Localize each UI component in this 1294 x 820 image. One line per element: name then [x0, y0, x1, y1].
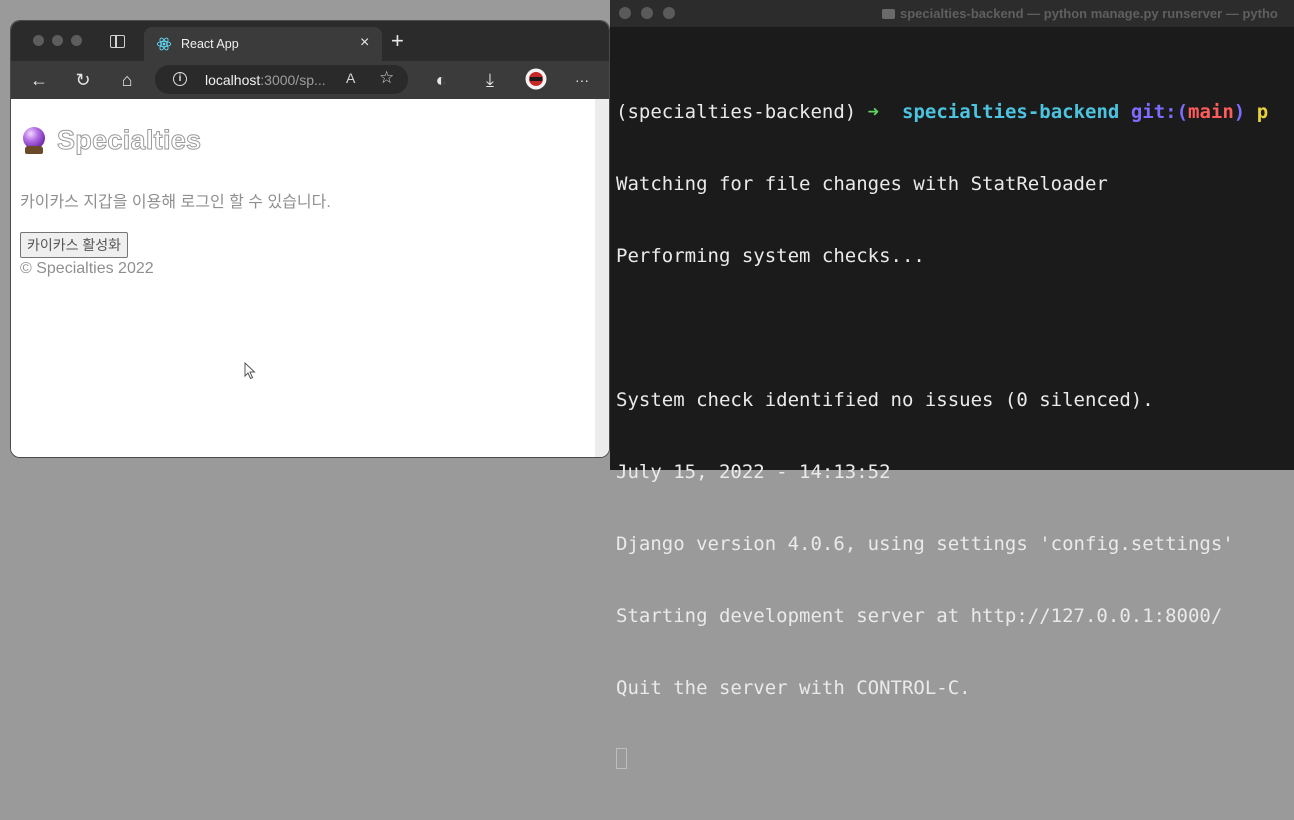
terminal-line: Starting development server at http://12… [616, 605, 1223, 627]
terminal-line: System check identified no issues (0 sil… [616, 389, 1154, 411]
terminal-title: specialties-backend — python manage.py r… [882, 6, 1278, 21]
browser-tab-bar: React App × + [11, 21, 609, 61]
add-favorite-icon[interactable]: ☆ [379, 68, 394, 88]
more-menu-icon[interactable]: ··· [569, 67, 595, 93]
terminal-cursor-line [616, 748, 1268, 772]
terminal-line: Watching for file changes with StatReloa… [616, 173, 1108, 195]
react-logo-icon [156, 37, 172, 51]
browser-window: React App × + ← ↻ ⌂ i localhost:3000/sp.… [11, 21, 609, 457]
terminal-prompt-line: (specialties-backend) ➜ specialties-back… [616, 100, 1268, 124]
terminal-minimize-button[interactable] [641, 7, 653, 19]
url-path: :3000/sp... [260, 72, 326, 88]
url-host: localhost [205, 72, 261, 88]
window-minimize-button[interactable] [52, 35, 63, 46]
terminal-window: specialties-backend — python manage.py r… [610, 0, 1294, 769]
site-info-icon[interactable]: i [173, 72, 187, 86]
window-close-button[interactable] [33, 35, 44, 46]
address-url[interactable]: localhost:3000/sp... [205, 72, 326, 88]
crystal-ball-icon [21, 126, 47, 155]
window-zoom-button[interactable] [71, 35, 82, 46]
page-heading: Specialties [21, 125, 202, 156]
new-tab-button[interactable]: + [391, 28, 404, 54]
terminal-line: Django version 4.0.6, using settings 'co… [616, 533, 1234, 555]
page-footer: © Specialties 2022 [20, 260, 154, 277]
terminal-output[interactable]: (specialties-backend) ➜ specialties-back… [616, 52, 1268, 820]
login-description: 카이카스 지갑을 이용해 로그인 할 수 있습니다. [20, 194, 331, 211]
tab-react-app[interactable]: React App × [144, 27, 382, 61]
terminal-zoom-button[interactable] [663, 7, 675, 19]
prompt-git-label: git: [1130, 101, 1177, 123]
prompt-arrow-icon: ➜ [867, 101, 880, 123]
terminal-line: Quit the server with CONTROL-C. [616, 677, 971, 699]
prompt-venv: (specialties-backend) [616, 101, 857, 123]
read-aloud-icon[interactable]: A [346, 70, 355, 86]
downloads-icon[interactable]: ⤓ [477, 67, 503, 93]
refresh-icon[interactable]: ↻ [70, 67, 96, 93]
prompt-directory: specialties-backend [902, 101, 1120, 123]
terminal-titlebar: specialties-backend — python manage.py r… [610, 0, 1294, 28]
prompt-branch-close: ) [1233, 101, 1246, 123]
browser-toolbar: ← ↻ ⌂ i localhost:3000/sp... A ☆ ◐ ⤓ ··· [11, 61, 609, 99]
extension-icon[interactable]: ◐ [428, 67, 454, 93]
terminal-cursor [616, 748, 627, 769]
terminal-close-button[interactable] [619, 7, 631, 19]
home-icon[interactable]: ⌂ [114, 67, 140, 93]
folder-icon [882, 9, 895, 19]
back-icon[interactable]: ← [26, 67, 52, 93]
prompt-branch: main [1188, 101, 1234, 123]
kaikas-activate-button[interactable]: 카이카스 활성화 [20, 232, 129, 258]
address-bar[interactable]: i localhost:3000/sp... A ☆ [155, 65, 408, 94]
tab-title: React App [181, 37, 239, 51]
terminal-line: Performing system checks... [616, 245, 925, 267]
prompt-overflow: p [1256, 101, 1269, 123]
tab-actions-icon[interactable] [110, 35, 125, 48]
page-title: Specialties [56, 125, 202, 156]
terminal-title-text: specialties-backend — python manage.py r… [900, 6, 1278, 21]
prompt-branch-open: ( [1176, 101, 1189, 123]
page-viewport: Specialties 카이카스 지갑을 이용해 로그인 할 수 있습니다. 카… [11, 99, 609, 457]
page-scrollbar[interactable] [595, 99, 609, 457]
profile-avatar-icon[interactable] [525, 68, 547, 90]
mouse-cursor-icon [244, 362, 256, 380]
terminal-line: July 15, 2022 - 14:13:52 [616, 461, 891, 483]
tab-close-icon[interactable]: × [360, 33, 369, 53]
